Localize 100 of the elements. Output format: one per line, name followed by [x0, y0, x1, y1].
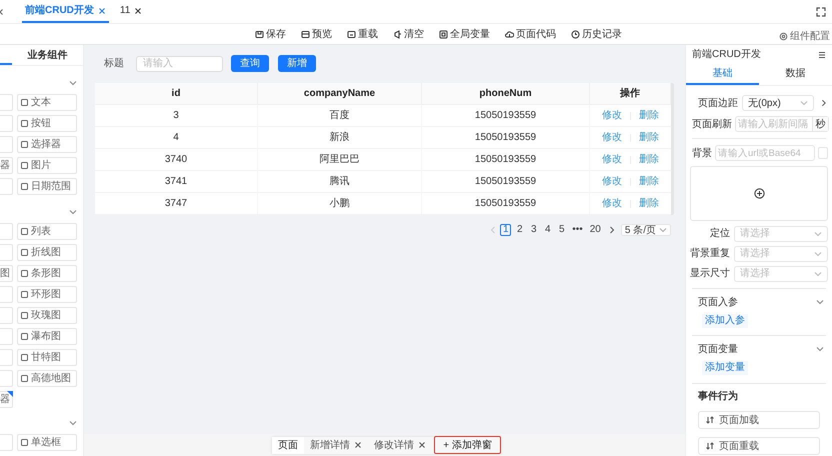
page-button[interactable]: 2 [514, 224, 526, 236]
component-item[interactable]: 高德地图 [17, 370, 77, 387]
page-button[interactable]: 5 [556, 224, 568, 236]
component-icon [21, 312, 28, 319]
component-item[interactable]: 日期范围 [17, 178, 77, 195]
component-item[interactable] [0, 434, 13, 451]
component-item[interactable]: 条形图 [17, 265, 77, 282]
component-item[interactable]: 器 [0, 391, 13, 408]
config-button[interactable]: 组件配置 [779, 29, 830, 44]
component-item[interactable]: 图片 [17, 157, 77, 174]
page-button[interactable]: ••• [570, 224, 585, 236]
toolbar-button[interactable]: 保存 [255, 26, 286, 42]
table-link[interactable]: 修改 [602, 174, 622, 189]
table-cell: 3747 [95, 193, 258, 214]
primary-button[interactable]: 新增 [278, 55, 316, 72]
add-link[interactable]: 添加变量 [702, 361, 748, 375]
component-icon [21, 141, 28, 148]
select-field[interactable]: 无(0px) [742, 95, 814, 111]
field-label: 页面刷新 [692, 118, 732, 132]
table-link[interactable]: 删除 [639, 196, 659, 211]
toolbar-button[interactable]: 全局变量 [439, 26, 490, 42]
input-field[interactable]: 请输入url或Base64 [715, 145, 815, 161]
component-item[interactable]: 选择器 [17, 136, 77, 153]
page-tab[interactable]: 新增详情 [304, 436, 368, 454]
component-item[interactable]: 单选框 [17, 434, 77, 451]
page-button[interactable]: 4 [542, 224, 554, 236]
tab[interactable]: 业务组件 [12, 45, 83, 65]
component-item[interactable] [0, 349, 13, 366]
component-item[interactable] [0, 94, 13, 111]
component-icon [21, 354, 28, 361]
component-item[interactable]: 折线图 [17, 244, 77, 261]
component-item[interactable]: 环形图 [17, 286, 77, 303]
tab[interactable]: 数据 [759, 63, 832, 85]
component-item[interactable]: 列表 [17, 223, 77, 240]
component-item[interactable] [0, 136, 13, 153]
color-swatch[interactable] [818, 147, 828, 159]
component-item[interactable] [0, 223, 13, 240]
component-item[interactable]: 文本 [17, 94, 77, 111]
table-link[interactable]: 删除 [639, 130, 659, 145]
collapse-icon [818, 50, 826, 58]
chevron-left-icon [489, 226, 498, 234]
component-item[interactable]: 图 [0, 265, 13, 282]
add-link[interactable]: 添加入参 [702, 314, 748, 328]
table-cell: 15050193559 [422, 127, 590, 148]
settings-icon [779, 32, 788, 41]
component-item[interactable] [0, 307, 13, 324]
page-tab[interactable]: 页面 [272, 436, 304, 454]
page-button[interactable]: 3 [528, 224, 540, 236]
page-button[interactable]: 20 [588, 224, 603, 236]
component-icon [21, 333, 28, 340]
component-item[interactable] [0, 115, 13, 132]
primary-button[interactable]: 查询 [231, 55, 269, 72]
event-button[interactable]: 页面重载 [698, 437, 820, 455]
table-link[interactable]: 删除 [639, 174, 659, 189]
toolbar-button[interactable]: 重载 [347, 26, 378, 42]
toolbar-button[interactable]: 历史记录 [571, 26, 622, 42]
chevron-right-icon [820, 99, 828, 107]
component-item[interactable] [0, 328, 13, 345]
component-icon [21, 270, 28, 277]
tab[interactable]: 前端CRUD开发 [22, 0, 109, 23]
page-button[interactable]: 1 [500, 224, 512, 236]
add-dialog-button[interactable]: + 添加弹窗 [434, 436, 501, 454]
component-icon [21, 375, 28, 382]
table-link[interactable]: 删除 [639, 108, 659, 123]
chevron-down-icon [814, 230, 822, 238]
swap-icon [706, 442, 714, 450]
page-tab[interactable]: 修改详情 [368, 436, 432, 454]
event-button[interactable]: 页面加载 [698, 411, 820, 429]
toolbar-button[interactable]: 页面代码 [505, 26, 556, 42]
toolbar-button[interactable]: 预览 [301, 26, 332, 42]
input-field[interactable]: 请输入刷新间隔 秒 [735, 116, 829, 132]
table-cell: 阿里巴巴 [258, 149, 422, 170]
section-title: 事件行为 [698, 390, 739, 404]
chevron-down-icon [816, 298, 824, 306]
component-item[interactable]: 玫瑰图 [17, 307, 77, 324]
toolbar-button[interactable]: 清空 [393, 26, 424, 42]
table-link[interactable]: 修改 [602, 130, 622, 145]
component-item[interactable] [0, 286, 13, 303]
chevron-down-icon [659, 226, 667, 234]
chevron-down-icon [800, 99, 808, 107]
page-size-select[interactable]: 5 条/页 [620, 224, 671, 236]
component-item[interactable] [0, 178, 13, 195]
tab[interactable]: 基础 [686, 63, 759, 85]
component-item[interactable]: 器 [0, 157, 13, 174]
table-link[interactable]: 修改 [602, 152, 622, 167]
table-link[interactable]: 删除 [639, 152, 659, 167]
upload-area[interactable] [690, 166, 828, 221]
component-item[interactable] [0, 370, 13, 387]
component-item[interactable]: 甘特图 [17, 349, 77, 366]
table-link[interactable]: 修改 [602, 108, 622, 123]
component-item[interactable] [0, 244, 13, 261]
table-link[interactable]: 修改 [602, 196, 622, 211]
tab[interactable]: 11 [116, 0, 146, 23]
input-field[interactable]: 请输入 [136, 56, 223, 72]
component-item[interactable]: 按钮 [17, 115, 77, 132]
component-icon [21, 120, 28, 127]
component-item[interactable]: 瀑布图 [17, 328, 77, 345]
component-icon [21, 228, 28, 235]
table-cell: 15050193559 [422, 193, 590, 214]
table-cell: 4 [95, 127, 258, 148]
